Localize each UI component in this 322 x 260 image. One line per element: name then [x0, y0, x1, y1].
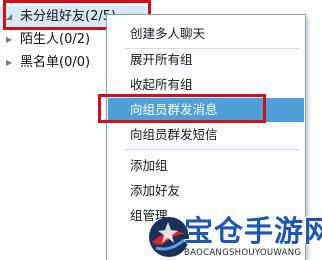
menu-item-label: 添加组	[130, 158, 168, 173]
menu-item-create-group-chat[interactable]: 创建多人聊天	[108, 22, 304, 46]
menu-item-label: 创建多人聊天	[130, 26, 206, 41]
annotation-highlight-menu-item	[98, 94, 266, 123]
collapsed-arrow-icon[interactable]: ▶	[6, 29, 14, 51]
qq-contact-screen: ◢ 未分组好友(2/5) ▶ 陌生人(0/2) ▶ 黑名单(0/0) 创建多人聊…	[0, 0, 322, 260]
group-label: 黑名单(0/0)	[20, 55, 91, 70]
menu-item-expand-all[interactable]: 展开所有组	[108, 48, 304, 72]
menu-item-label: 向组员群发短信	[130, 127, 218, 142]
watermark-subtitle: BAOCANGSHOUYOUWANG	[184, 248, 302, 258]
menu-item-group-sms[interactable]: 向组员群发短信	[108, 123, 304, 147]
group-label: 陌生人(0/2)	[20, 32, 91, 47]
collapsed-arrow-icon[interactable]: ▶	[6, 52, 14, 74]
menu-item-add-friend[interactable]: 添加好友	[108, 179, 304, 203]
menu-item-label: 添加好友	[130, 183, 181, 198]
watermark-title: 宝仓手游网	[184, 214, 322, 248]
menu-separator	[125, 149, 299, 150]
menu-item-label: 展开所有组	[130, 52, 193, 67]
menu-item-add-group[interactable]: 添加组	[108, 154, 304, 178]
